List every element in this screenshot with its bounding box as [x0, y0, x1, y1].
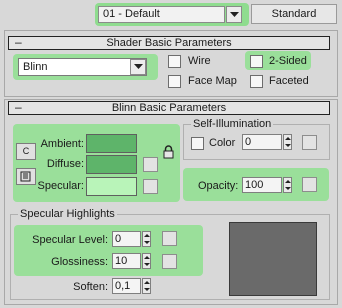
- soften-label: Soften:: [73, 281, 108, 293]
- blinn-basic-rollout-header[interactable]: – Blinn Basic Parameters: [8, 101, 330, 115]
- specular-label: Specular:: [37, 180, 84, 192]
- ambient-color-swatch[interactable]: [86, 134, 137, 153]
- ambient-label: Ambient:: [40, 138, 84, 150]
- self-illum-color-checkbox[interactable]: [191, 137, 204, 150]
- chevron-down-icon[interactable]: [130, 59, 146, 75]
- glossiness-spinner[interactable]: [142, 253, 151, 269]
- diffuse-color-swatch[interactable]: [86, 155, 137, 174]
- shader-basic-rollout-header[interactable]: – Shader Basic Parameters: [8, 36, 330, 50]
- two-sided-label: 2-Sided: [269, 55, 307, 67]
- face-map-label: Face Map: [188, 75, 237, 87]
- specular-level-spinner[interactable]: [142, 231, 151, 247]
- material-type-button[interactable]: Standard: [251, 4, 337, 24]
- lock-ambient-diffuse-button[interactable]: C: [16, 143, 36, 160]
- specular-level-map-button[interactable]: [162, 231, 177, 246]
- wire-checkbox[interactable]: [168, 55, 181, 68]
- faceted-label: Faceted: [269, 75, 309, 87]
- glossiness-map-button[interactable]: [162, 254, 177, 269]
- specular-level-label: Specular Level:: [32, 234, 108, 246]
- collapse-icon: –: [15, 35, 22, 49]
- shader-type-value: Blinn: [23, 61, 48, 73]
- self-illum-map-button[interactable]: [302, 135, 317, 150]
- material-name-dropdown[interactable]: 01 - Default: [95, 3, 249, 26]
- collapse-icon: –: [15, 100, 22, 114]
- opacity-spinner[interactable]: [283, 177, 292, 193]
- soften-field[interactable]: 0,1: [112, 278, 141, 294]
- specular-color-swatch[interactable]: [86, 177, 137, 196]
- shader-type-dropdown[interactable]: Blinn: [18, 58, 147, 76]
- glossiness-field[interactable]: 10: [112, 253, 141, 269]
- highlight-curve-preview: [229, 222, 317, 296]
- lock-letter: C: [22, 146, 30, 156]
- soften-spinner[interactable]: [142, 278, 151, 294]
- specular-highlights-title: Specular Highlights: [18, 208, 117, 220]
- rollout-title: Shader Basic Parameters: [106, 37, 232, 49]
- faceted-checkbox[interactable]: [250, 75, 263, 88]
- two-sided-checkbox[interactable]: [250, 55, 263, 68]
- opacity-map-button[interactable]: [302, 177, 317, 192]
- diffuse-label: Diffuse:: [46, 158, 84, 170]
- opacity-value-field[interactable]: 100: [242, 177, 282, 193]
- rollout-title: Blinn Basic Parameters: [111, 102, 227, 114]
- wire-label: Wire: [188, 55, 211, 67]
- self-illum-value-field[interactable]: 0: [242, 134, 282, 150]
- lock-diffuse-specular-button[interactable]: [16, 168, 36, 185]
- self-illum-spinner[interactable]: [283, 134, 292, 150]
- opacity-label: Opacity:: [198, 180, 239, 192]
- specular-map-button[interactable]: [143, 179, 158, 194]
- material-name-field[interactable]: 01 - Default: [98, 6, 225, 23]
- glossiness-label: Glossiness:: [51, 256, 108, 268]
- face-map-checkbox[interactable]: [168, 75, 181, 88]
- lock-icon[interactable]: [162, 145, 175, 159]
- self-illum-title: Self-Illumination: [191, 118, 274, 130]
- specular-level-field[interactable]: 0: [112, 231, 141, 247]
- self-illum-color-label: Color: [209, 137, 236, 149]
- diffuse-map-button[interactable]: [143, 157, 158, 172]
- chevron-down-icon[interactable]: [226, 6, 242, 23]
